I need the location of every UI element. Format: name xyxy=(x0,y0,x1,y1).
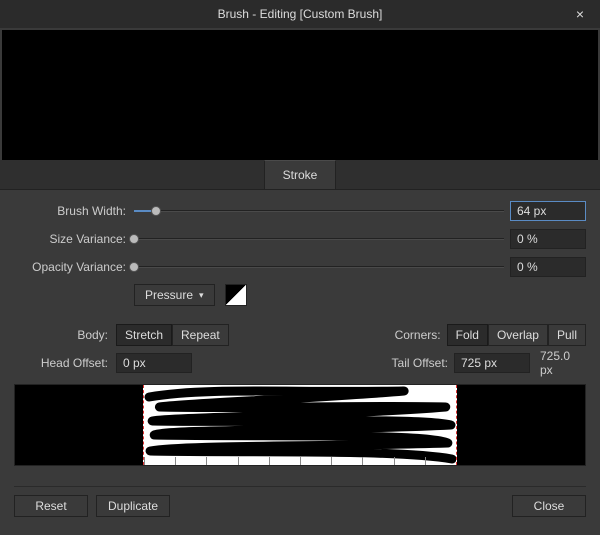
body-mode-group: Stretch Repeat xyxy=(116,324,229,346)
head-offset-value[interactable]: 0 px xyxy=(116,353,192,373)
row-brush-width: Brush Width: 64 px xyxy=(14,200,586,222)
duplicate-button[interactable]: Duplicate xyxy=(96,495,170,517)
divider xyxy=(14,486,586,487)
brush-width-label: Brush Width: xyxy=(14,204,128,218)
footer-buttons: Reset Duplicate Close xyxy=(14,495,586,521)
tail-offset-label: Tail Offset: xyxy=(392,356,448,370)
body-repeat-button[interactable]: Repeat xyxy=(172,324,229,346)
row-body-corners: Body: Stretch Repeat Corners: Fold Overl… xyxy=(14,324,586,346)
controller-dropdown[interactable]: Pressure ▾ xyxy=(134,284,215,306)
size-variance-value[interactable]: 0 % xyxy=(510,229,586,249)
body-label: Body: xyxy=(14,328,110,342)
opacity-variance-slider[interactable] xyxy=(134,260,504,274)
size-variance-label: Size Variance: xyxy=(14,232,128,246)
row-offsets: Head Offset: 0 px Tail Offset: 725 px 72… xyxy=(14,352,586,374)
stroke-preview xyxy=(2,30,598,160)
reset-button[interactable]: Reset xyxy=(14,495,88,517)
body-stretch-button[interactable]: Stretch xyxy=(116,324,172,346)
window-title: Brush - Editing [Custom Brush] xyxy=(0,7,600,21)
size-variance-slider[interactable] xyxy=(134,232,504,246)
strip-tail-zone xyxy=(457,385,585,465)
corners-pull-button[interactable]: Pull xyxy=(548,324,586,346)
controller-label: Pressure xyxy=(145,288,193,302)
strip-ruler xyxy=(144,457,456,465)
brush-scribble-icon xyxy=(144,385,456,465)
brush-width-slider[interactable] xyxy=(134,204,504,218)
brush-editor-window: Brush - Editing [Custom Brush] × Stroke … xyxy=(0,0,600,535)
brush-width-value[interactable]: 64 px xyxy=(510,201,586,221)
corners-overlap-button[interactable]: Overlap xyxy=(488,324,548,346)
corners-label: Corners: xyxy=(395,328,441,342)
strip-head-zone xyxy=(15,385,143,465)
corners-mode-group: Fold Overlap Pull xyxy=(447,324,586,346)
corners-fold-button[interactable]: Fold xyxy=(447,324,488,346)
titlebar: Brush - Editing [Custom Brush] × xyxy=(0,0,600,28)
tab-stroke[interactable]: Stroke xyxy=(264,160,337,189)
strip-body-zone xyxy=(143,385,457,465)
chevron-down-icon: ▾ xyxy=(199,290,204,301)
row-controller: Pressure ▾ xyxy=(14,284,586,306)
brush-texture-strip[interactable] xyxy=(14,384,586,466)
tail-offset-value[interactable]: 725 px xyxy=(454,353,530,373)
opacity-variance-label: Opacity Variance: xyxy=(14,260,128,274)
head-offset-label: Head Offset: xyxy=(14,356,110,370)
controller-curve-icon[interactable] xyxy=(225,284,247,306)
opacity-variance-value[interactable]: 0 % xyxy=(510,257,586,277)
tail-offset-max: 725.0 px xyxy=(536,349,586,377)
close-icon[interactable]: × xyxy=(560,0,600,28)
tab-bar: Stroke xyxy=(0,160,600,190)
close-button[interactable]: Close xyxy=(512,495,586,517)
stroke-panel: Brush Width: 64 px Size Variance: 0 % Op… xyxy=(0,190,600,535)
row-size-variance: Size Variance: 0 % xyxy=(14,228,586,250)
row-opacity-variance: Opacity Variance: 0 % xyxy=(14,256,586,278)
